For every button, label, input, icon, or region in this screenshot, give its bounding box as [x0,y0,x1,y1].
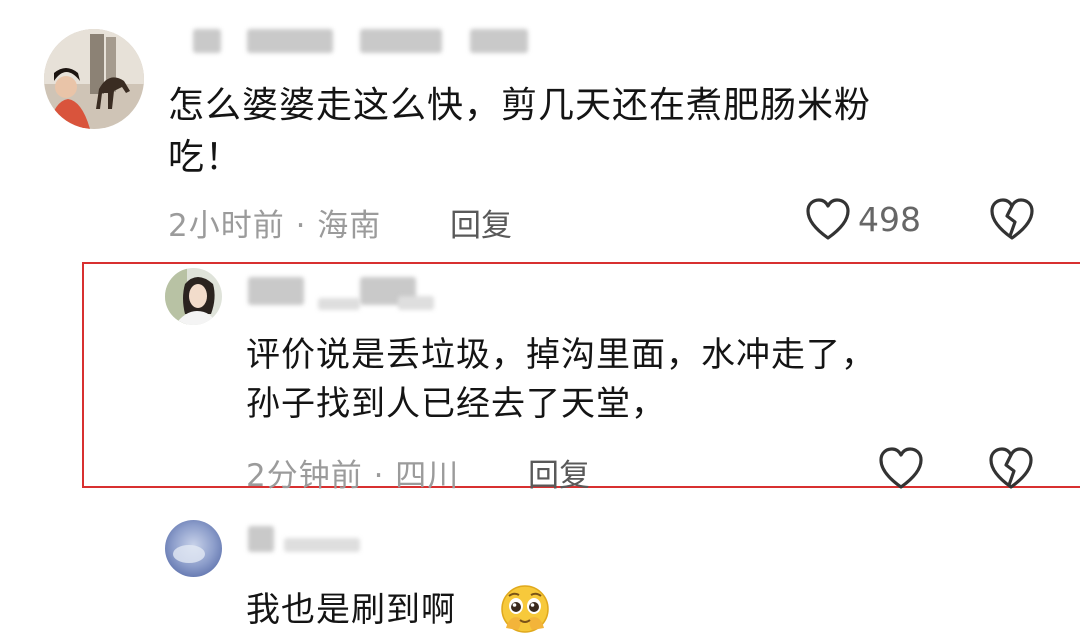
comment-text-line: 怎么婆婆走这么快，剪几天还在煮肥肠米粉 [168,85,872,126]
blurred-username [470,29,528,53]
heart-outline-icon [878,447,924,491]
blurred-username [398,296,434,310]
broken-heart-icon [988,447,1034,491]
reply-button[interactable]: 回复 [528,450,590,495]
like-button[interactable]: 498 [805,198,925,242]
heart-outline-icon [805,198,851,242]
blurred-username [248,526,274,552]
comment-meta: 2小时前 · 海南 [168,208,382,244]
broken-heart-icon [989,198,1035,242]
like-count: 498 [858,200,921,239]
dislike-button[interactable] [988,447,1034,491]
like-button[interactable] [878,447,924,491]
reply-text-line: 我也是刷到啊 [246,590,456,630]
reply-text-line: 孙子找到人已经去了天堂， [246,384,666,424]
reply-button[interactable]: 回复 [450,200,512,245]
pleading-face-emoji [498,584,552,638]
reply-meta: 2分钟前 · 四川 [246,458,460,494]
comment-text-line: 吃！ [168,137,243,178]
blurred-username [360,29,442,53]
blurred-username [247,29,333,53]
blurred-username [318,298,360,310]
blurred-username [248,277,304,305]
reply-text: 评价说是丢垃圾，掉沟里面，水冲走了， 孙子找到人已经去了天堂， [246,331,1056,429]
blurred-username [193,29,221,53]
avatar[interactable] [165,268,222,325]
avatar[interactable] [165,520,222,577]
comment-text: 怎么婆婆走这么快，剪几天还在煮肥肠米粉 吃！ [168,80,1048,184]
blurred-username [284,538,360,552]
reply-text: 我也是刷到啊 [246,586,456,635]
reply-text-line: 评价说是丢垃圾，掉沟里面，水冲走了， [246,335,876,375]
dislike-button[interactable] [989,198,1035,242]
avatar[interactable] [44,29,144,129]
